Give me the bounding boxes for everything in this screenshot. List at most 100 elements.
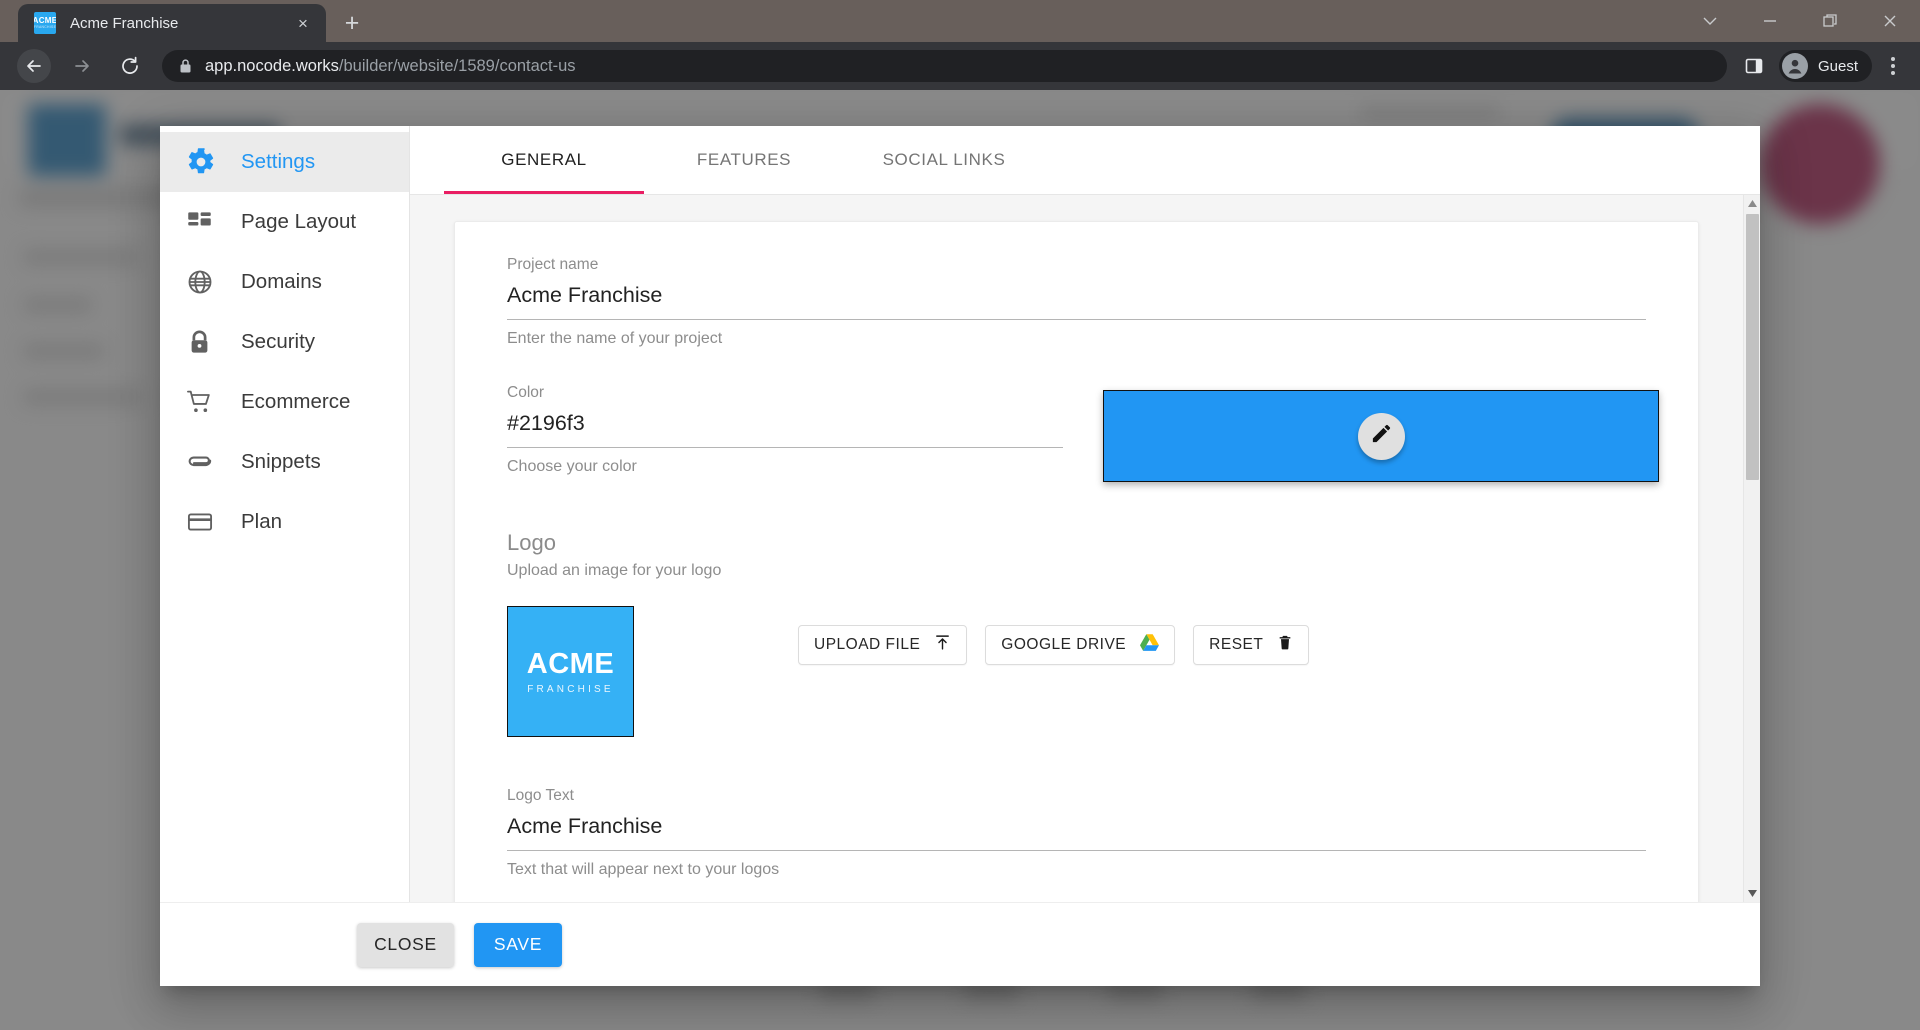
url-path: /builder/website/1589/contact-us: [338, 56, 576, 75]
color-field: Color #2196f3 Choose your color: [507, 384, 1063, 476]
sidebar-item-snippets[interactable]: Snippets: [160, 432, 409, 492]
paperclip-icon: [186, 448, 220, 477]
url-domain: app.nocode.works: [205, 56, 339, 75]
browser-title-bar: ACME FRANCHISE Acme Franchise × +: [0, 0, 1920, 42]
close-button[interactable]: CLOSE: [357, 922, 454, 967]
sidebar-item-label: Plan: [241, 510, 283, 533]
gear-icon: [186, 147, 220, 177]
settings-scroll-area: Project name Acme Franchise Enter the na…: [410, 195, 1760, 902]
avatar: [1781, 53, 1808, 79]
layout-icon: [186, 209, 220, 236]
logo-preview: ACME FRANCHISE: [507, 606, 634, 737]
sidebar-item-settings[interactable]: Settings: [160, 132, 409, 192]
color-swatch-wrapper: [1103, 390, 1659, 482]
address-bar[interactable]: app.nocode.works/builder/website/1589/co…: [162, 50, 1727, 82]
window-maximize-icon[interactable]: [1800, 0, 1860, 42]
sidebar-item-ecommerce[interactable]: Ecommerce: [160, 372, 409, 432]
logo-text-hint: Text that will appear next to your logos: [507, 861, 780, 878]
address-bar-url: app.nocode.works/builder/website/1589/co…: [205, 57, 576, 76]
project-name-field: Project name Acme Franchise Enter the na…: [507, 256, 1646, 348]
project-name-label: Project name: [507, 256, 599, 273]
sidebar-item-label: Ecommerce: [241, 390, 351, 413]
modal-body: Settings Page Layout Domains Security Ec…: [160, 126, 1760, 902]
cart-icon: [186, 388, 220, 417]
logo-text-input[interactable]: Acme Franchise: [507, 814, 1646, 851]
settings-tabs: GENERAL FEATURES SOCIAL LINKS: [410, 126, 1760, 195]
logo-row: ACME FRANCHISE UPLOAD FILE GOOGLE DRIVE …: [507, 606, 1646, 737]
content-scrollbar[interactable]: [1743, 195, 1760, 902]
logo-section: Logo Upload an image for your logo ACME …: [507, 530, 1646, 737]
sidebar-item-label: Page Layout: [241, 210, 357, 233]
project-name-input[interactable]: Acme Franchise: [507, 283, 1646, 320]
sidebar-item-domains[interactable]: Domains: [160, 252, 409, 312]
back-button[interactable]: [17, 49, 51, 83]
color-row: Color #2196f3 Choose your color: [507, 384, 1659, 482]
logo-action-buttons: UPLOAD FILE GOOGLE DRIVE RESET: [798, 625, 1310, 665]
logo-subtitle: Upload an image for your logo: [507, 562, 722, 579]
settings-modal: Settings Page Layout Domains Security Ec…: [160, 126, 1760, 986]
logo-preview-franchise-text: FRANCHISE: [527, 683, 614, 695]
profile-button[interactable]: Guest: [1778, 50, 1872, 82]
project-name-hint: Enter the name of your project: [507, 330, 723, 347]
settings-pane: GENERAL FEATURES SOCIAL LINKS Project na…: [410, 126, 1760, 902]
modal-footer: CLOSE SAVE: [160, 902, 1760, 986]
upload-file-button[interactable]: UPLOAD FILE: [798, 625, 968, 665]
window-minimize-icon[interactable]: [1740, 0, 1800, 42]
google-drive-icon: [1140, 634, 1160, 656]
new-tab-button[interactable]: +: [332, 4, 372, 42]
logo-text-label: Logo Text: [507, 787, 574, 804]
reset-logo-button[interactable]: RESET: [1193, 625, 1310, 665]
lock-icon: [186, 329, 220, 356]
page-viewport: Settings Page Layout Domains Security Ec…: [0, 90, 1920, 1030]
reload-button[interactable]: [113, 49, 147, 83]
scrollbar-thumb[interactable]: [1746, 214, 1759, 480]
upload-file-label: UPLOAD FILE: [814, 636, 921, 653]
settings-content: Project name Acme Franchise Enter the na…: [410, 195, 1743, 902]
scroll-up-arrow-icon[interactable]: [1744, 195, 1760, 212]
scroll-down-arrow-icon[interactable]: [1744, 885, 1760, 902]
tab-favicon-icon: ACME FRANCHISE: [34, 12, 56, 34]
settings-sidebar: Settings Page Layout Domains Security Ec…: [160, 126, 410, 902]
lock-icon: [178, 58, 193, 74]
tab-general[interactable]: GENERAL: [444, 126, 644, 194]
sidebar-item-label: Domains: [241, 270, 322, 293]
browser-toolbar: app.nocode.works/builder/website/1589/co…: [0, 42, 1920, 90]
google-drive-button[interactable]: GOOGLE DRIVE: [985, 625, 1176, 665]
globe-icon: [186, 268, 220, 296]
upload-icon: [934, 634, 951, 656]
sidebar-item-label: Settings: [241, 150, 316, 173]
sidebar-item-plan[interactable]: Plan: [160, 492, 409, 552]
sidebar-item-security[interactable]: Security: [160, 312, 409, 372]
reset-label: RESET: [1209, 636, 1264, 653]
browser-menu-button[interactable]: [1876, 49, 1910, 83]
logo-text-field: Logo Text Acme Franchise Text that will …: [507, 787, 1646, 879]
logo-preview-acme-text: ACME: [526, 647, 615, 680]
window-controls: [1680, 0, 1920, 42]
sidebar-item-label: Snippets: [241, 450, 321, 473]
google-drive-label: GOOGLE DRIVE: [1001, 636, 1127, 653]
sidebar-item-page-layout[interactable]: Page Layout: [160, 192, 409, 252]
forward-button[interactable]: [65, 49, 99, 83]
tab-features[interactable]: FEATURES: [644, 126, 844, 194]
tab-close-icon[interactable]: ×: [290, 10, 316, 36]
edit-color-button[interactable]: [1357, 412, 1405, 460]
color-input[interactable]: #2196f3: [507, 411, 1063, 448]
trash-icon: [1277, 634, 1293, 656]
color-swatch[interactable]: [1103, 390, 1659, 482]
window-chevron-down-icon[interactable]: [1680, 0, 1740, 42]
color-label: Color: [507, 384, 545, 401]
profile-name: Guest: [1817, 57, 1858, 75]
side-panel-icon[interactable]: [1737, 49, 1771, 83]
color-hint: Choose your color: [507, 458, 637, 475]
credit-card-icon: [186, 508, 220, 536]
tab-social-links[interactable]: SOCIAL LINKS: [844, 126, 1044, 194]
toolbar-right-actions: Guest: [1737, 49, 1910, 83]
save-button[interactable]: SAVE: [474, 922, 562, 967]
browser-tab[interactable]: ACME FRANCHISE Acme Franchise ×: [18, 4, 326, 42]
window-close-icon[interactable]: [1860, 0, 1920, 42]
sidebar-item-label: Security: [241, 330, 316, 353]
general-settings-card: Project name Acme Franchise Enter the na…: [454, 221, 1699, 902]
tab-title: Acme Franchise: [70, 14, 179, 32]
favicon-acme-text: ACME: [34, 16, 56, 25]
favicon-franchise-text: FRANCHISE: [34, 25, 56, 29]
